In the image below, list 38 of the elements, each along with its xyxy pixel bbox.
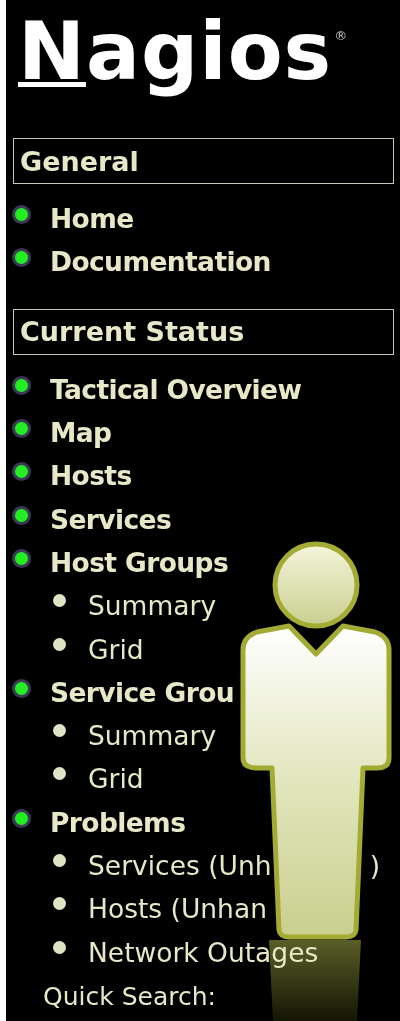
menu-link[interactable]: Services [50,503,172,535]
link-text: ) [369,850,380,881]
status-dot-icon [12,548,31,568]
bullet-icon [53,854,66,867]
bullet-icon [53,897,66,911]
nagios-logo: Nagios [18,8,333,96]
registered-mark: ® [334,28,348,43]
menu-link[interactable]: Hosts [50,460,132,492]
section-header: Current Status [13,308,394,355]
status-dot-icon [12,205,31,225]
status-dot-icon [12,678,31,698]
status-dot-icon [12,808,31,828]
status-dot-icon [12,419,31,439]
bullet-icon [53,724,66,738]
menu-link[interactable]: Documentation [50,246,271,278]
submenu-link[interactable]: Network Outages [88,936,319,968]
section-header: General [13,138,394,184]
status-dot-icon [12,505,31,525]
bullet-icon [53,637,66,651]
status-dot-icon [12,375,31,395]
submenu-link[interactable]: Grid [88,633,144,665]
bullet-icon [53,767,66,781]
submenu-link[interactable]: Summary [88,590,217,622]
menu-link[interactable]: Host Groups [50,546,229,578]
menu-link[interactable]: Problems [50,806,186,838]
menu-link[interactable]: Tactical Overview [50,373,302,405]
submenu-link[interactable]: Services (Unh [88,850,272,881]
menu-link[interactable]: Map [50,417,112,449]
submenu-link[interactable]: Summary [88,720,217,752]
status-dot-icon [12,462,31,482]
status-dot-icon [12,248,31,268]
menu-link[interactable]: Home [50,203,134,235]
bullet-icon [53,940,66,954]
menu-link[interactable]: Service Grou [50,676,235,708]
submenu-link[interactable]: Hosts (Unhan [88,893,267,925]
quick-search-label: Quick Search: [43,982,216,1012]
submenu-link[interactable]: Grid [88,763,144,795]
bullet-icon [53,594,66,608]
